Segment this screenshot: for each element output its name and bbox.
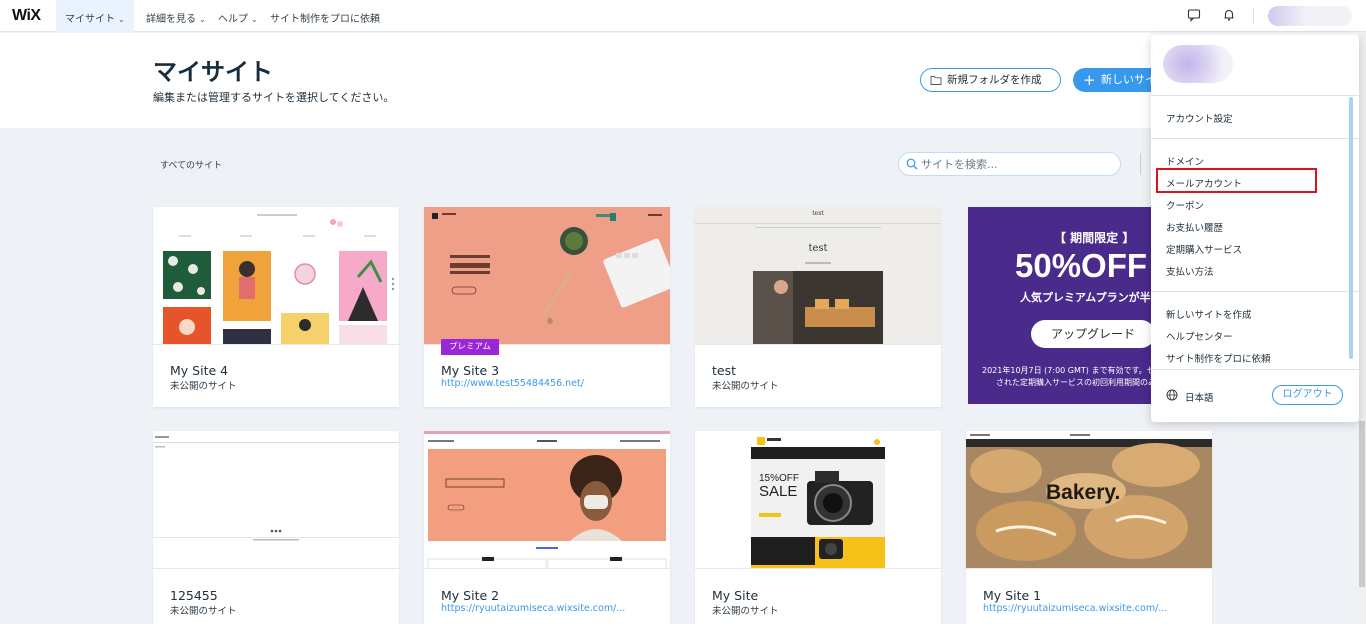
- site-url-link[interactable]: https://ryuutaizumiseca.wixsite.com/...: [441, 603, 625, 614]
- nav-help-label: ヘルプ: [218, 14, 248, 25]
- wix-logo[interactable]: WiX: [12, 7, 41, 25]
- site-status: 未公開のサイト: [712, 606, 779, 617]
- nav-hire-pro[interactable]: サイト制作をプロに依頼: [270, 10, 380, 25]
- site-card[interactable]: プレミアム My Site 3 http://www.test55484456.…: [424, 207, 670, 407]
- divider: [1253, 8, 1254, 24]
- site-thumbnail[interactable]: Bakery.: [966, 431, 1212, 569]
- plus-icon: +: [1083, 71, 1096, 89]
- chevron-down-icon: ⌄: [251, 15, 258, 24]
- site-status: 未公開のサイト: [170, 606, 237, 617]
- site-card[interactable]: test test test 未公開のサイト: [695, 207, 941, 407]
- nav-my-sites[interactable]: マイサイト ⌄: [65, 10, 125, 25]
- language-selector[interactable]: 日本語: [1185, 390, 1214, 404]
- site-thumbnail[interactable]: [424, 431, 670, 569]
- site-name: My Site 2: [441, 588, 500, 603]
- site-name: My Site 1: [983, 588, 1042, 603]
- folder-icon: [930, 76, 942, 85]
- site-thumbnail[interactable]: 15%OFF SALE: [695, 431, 941, 569]
- site-status: 未公開のサイト: [712, 381, 779, 392]
- top-bar: WiX マイサイト ⌄ 詳細を見る ⌄ ヘルプ ⌄ サイト制作をプロに依頼: [0, 0, 1366, 32]
- thumbnail-site-title: test: [812, 210, 824, 217]
- dropdown-scrollbar[interactable]: [1349, 97, 1353, 359]
- chevron-down-icon: ⌄: [199, 15, 206, 24]
- scrollbar-thumb[interactable]: [1359, 421, 1365, 587]
- menu-item-payment-methods[interactable]: 支払い方法: [1166, 264, 1214, 278]
- account-dropdown: アカウント設定 ドメイン メールアカウント クーポン お支払い履歴 定期購入サー…: [1151, 35, 1359, 422]
- thumbnail-art: [695, 207, 941, 344]
- site-thumbnail[interactable]: [424, 207, 670, 345]
- nav-help[interactable]: ヘルプ ⌄: [218, 10, 258, 25]
- site-card[interactable]: Bakery. My Site 1 https://ryuutaizumisec…: [966, 431, 1212, 624]
- site-thumbnail[interactable]: [153, 207, 399, 345]
- site-thumbnail[interactable]: test test: [695, 207, 941, 345]
- menu-item-subscriptions[interactable]: 定期購入サービス: [1166, 242, 1242, 256]
- logout-button[interactable]: ログアウト: [1272, 385, 1343, 405]
- thumbnail-sale: SALE: [759, 483, 798, 500]
- promo-tag: 【 期間限定 】: [1054, 231, 1135, 245]
- divider: [1151, 138, 1359, 139]
- site-name: My Site 4: [170, 363, 229, 378]
- menu-item-domains[interactable]: ドメイン: [1166, 154, 1204, 168]
- menu-item-account-settings[interactable]: アカウント設定: [1166, 111, 1233, 125]
- premium-badge: プレミアム: [441, 339, 499, 355]
- upgrade-button[interactable]: アップグレード: [1031, 320, 1155, 348]
- promo-card[interactable]: 【 期間限定 】 50%OFF 人気プレミアムプランが半額 アップグレード 20…: [968, 207, 1158, 404]
- promo-headline: 50%OFF: [1015, 247, 1148, 284]
- chevron-down-icon: ⌄: [118, 15, 125, 24]
- site-name: test: [712, 363, 737, 378]
- promo-note: された定期購入サービスの初回利用期間のみ対象: [996, 378, 1158, 387]
- site-search[interactable]: [898, 152, 1121, 176]
- search-input[interactable]: [921, 156, 1111, 172]
- chat-icon[interactable]: [1187, 8, 1201, 22]
- thumbnail-art: [695, 431, 941, 568]
- all-sites-label[interactable]: すべてのサイト: [160, 158, 222, 171]
- thumbnail-bakery-title: Bakery.: [1046, 481, 1121, 504]
- site-url-link[interactable]: https://ryuutaizumiseca.wixsite.com/...: [983, 603, 1167, 614]
- menu-item-billing-history[interactable]: お支払い履歴: [1166, 220, 1223, 234]
- bell-icon[interactable]: [1222, 8, 1236, 22]
- divider: [1151, 95, 1359, 96]
- divider: [1151, 369, 1359, 370]
- nav-my-sites-label: マイサイト: [65, 14, 115, 25]
- divider: [1140, 153, 1141, 175]
- site-name: 125455: [170, 588, 218, 603]
- promo-note: 2021年10月7日 (7:00 GMT) まで有効です。セール: [982, 366, 1158, 375]
- nav-explore-label: 詳細を見る: [146, 14, 196, 25]
- site-card[interactable]: My Site 2 https://ryuutaizumiseca.wixsit…: [424, 431, 670, 624]
- page-title: マイサイト: [153, 58, 273, 86]
- menu-item-coupons[interactable]: クーポン: [1166, 198, 1204, 212]
- menu-item-create-site[interactable]: 新しいサイトを作成: [1166, 307, 1252, 321]
- site-card[interactable]: 125455 未公開のサイト: [153, 431, 399, 624]
- site-status: 未公開のサイト: [170, 381, 237, 392]
- thumbnail-art: [424, 431, 670, 568]
- new-folder-label: 新規フォルダを作成: [947, 74, 1042, 86]
- page-scrollbar[interactable]: [1358, 33, 1366, 624]
- highlight-box: [1156, 168, 1317, 193]
- page-subtitle: 編集または管理するサイトを選択してください。: [153, 91, 395, 104]
- nav-explore[interactable]: 詳細を見る ⌄: [146, 10, 206, 25]
- globe-icon: [1166, 389, 1178, 401]
- account-avatar: [1163, 45, 1233, 83]
- thumbnail-heading: test: [808, 243, 828, 254]
- site-name: My Site: [712, 588, 759, 603]
- search-icon: [906, 158, 918, 170]
- site-thumbnail[interactable]: [153, 431, 399, 569]
- menu-item-help-center[interactable]: ヘルプセンター: [1166, 329, 1233, 343]
- site-name: My Site 3: [441, 363, 500, 378]
- new-folder-button[interactable]: 新規フォルダを作成: [920, 68, 1061, 92]
- thumbnail-art: [153, 431, 399, 568]
- site-url-link[interactable]: http://www.test55484456.net/: [441, 378, 584, 389]
- menu-item-hire-pro[interactable]: サイト制作をプロに依頼: [1166, 351, 1271, 365]
- thumbnail-art: [153, 207, 399, 344]
- nav-hire-pro-label: サイト制作をプロに依頼: [270, 14, 380, 25]
- user-avatar[interactable]: [1268, 6, 1352, 26]
- divider: [1151, 291, 1359, 292]
- site-card[interactable]: 15%OFF SALE My Site 未公開のサイト: [695, 431, 941, 624]
- thumbnail-art: [424, 207, 670, 344]
- promo-subline: 人気プレミアムプランが半額: [1020, 291, 1158, 304]
- site-card[interactable]: My Site 4 未公開のサイト: [153, 207, 399, 407]
